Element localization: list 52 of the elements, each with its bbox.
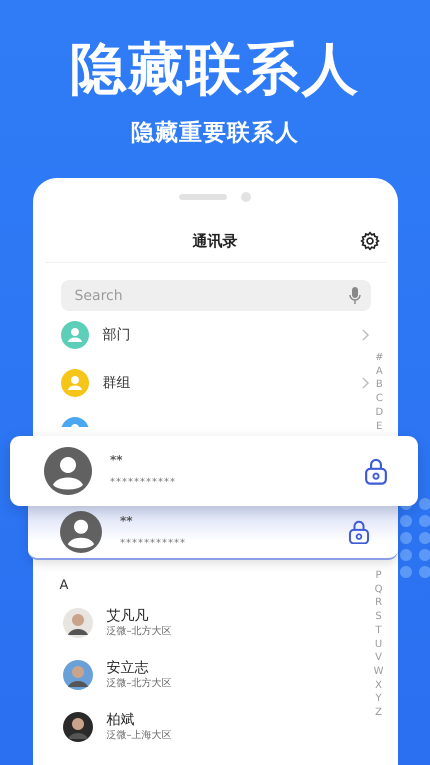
avatar-icon bbox=[60, 510, 102, 552]
index-letter[interactable]: Q bbox=[374, 582, 382, 596]
menu-item[interactable]: 群组 bbox=[102, 374, 362, 392]
index-letter[interactable]: D bbox=[375, 406, 384, 420]
index-letter[interactable]: R bbox=[375, 596, 382, 610]
masked-number: *********** bbox=[120, 538, 187, 550]
settings-icon[interactable] bbox=[360, 231, 380, 251]
contact-org: 泛微–上海大区 bbox=[106, 729, 172, 743]
contact-name[interactable]: 艾凡凡 bbox=[106, 607, 172, 625]
avatar-icon bbox=[44, 447, 92, 495]
camera-dot bbox=[241, 192, 251, 202]
index-letter[interactable]: E bbox=[376, 420, 382, 434]
index-letter[interactable]: P bbox=[376, 569, 382, 583]
contact-org: 泛微–北方大区 bbox=[106, 677, 172, 691]
subheadline: 隐藏重要联系人 bbox=[131, 119, 299, 148]
avatar-icon bbox=[62, 712, 92, 742]
index-letter[interactable]: U bbox=[374, 638, 382, 652]
index-letter[interactable]: V bbox=[375, 651, 382, 665]
index-letter[interactable]: S bbox=[375, 610, 382, 624]
index-letter[interactable]: W bbox=[374, 664, 384, 679]
avatar-icon bbox=[62, 660, 92, 690]
index-letter[interactable]: Y bbox=[376, 692, 382, 706]
hidden-contact-card[interactable]: ** *********** bbox=[10, 436, 418, 506]
search-field[interactable]: Search bbox=[74, 288, 348, 304]
index-letter[interactable]: T bbox=[376, 624, 382, 638]
section-header: A bbox=[60, 577, 68, 595]
menu-item[interactable]: 部门 bbox=[102, 326, 362, 344]
index-letter[interactable]: Z bbox=[375, 706, 382, 720]
index-letter[interactable]: X bbox=[375, 678, 382, 692]
speaker-slot bbox=[179, 194, 227, 200]
contact-name[interactable]: 安立志 bbox=[106, 659, 172, 677]
chevron-right-icon[interactable] bbox=[362, 329, 370, 341]
group-icon[interactable] bbox=[60, 321, 88, 349]
contact-name: ** bbox=[110, 453, 124, 467]
lock-icon[interactable] bbox=[364, 457, 388, 485]
search-bar[interactable]: Search bbox=[60, 280, 370, 311]
contact-org: 泛微–北方大区 bbox=[106, 625, 172, 639]
lock-icon[interactable] bbox=[348, 518, 370, 544]
index-letter[interactable]: C bbox=[376, 392, 383, 406]
group-icon[interactable] bbox=[60, 369, 88, 397]
index-letter[interactable]: B bbox=[376, 378, 383, 392]
masked-number: *********** bbox=[110, 477, 177, 489]
contact-name: ** bbox=[120, 514, 134, 528]
index-letter[interactable]: # bbox=[375, 351, 384, 365]
hidden-contact-card[interactable]: ** *********** bbox=[28, 505, 398, 560]
headline: 隐藏联系人 bbox=[70, 36, 360, 104]
screen-title: 通讯录 bbox=[192, 232, 238, 250]
avatar-icon bbox=[62, 608, 92, 638]
index-letter[interactable]: A bbox=[376, 364, 383, 378]
chevron-right-icon[interactable] bbox=[362, 377, 370, 389]
contact-name[interactable]: 柏斌 bbox=[106, 711, 172, 729]
microphone-icon[interactable] bbox=[348, 286, 360, 304]
